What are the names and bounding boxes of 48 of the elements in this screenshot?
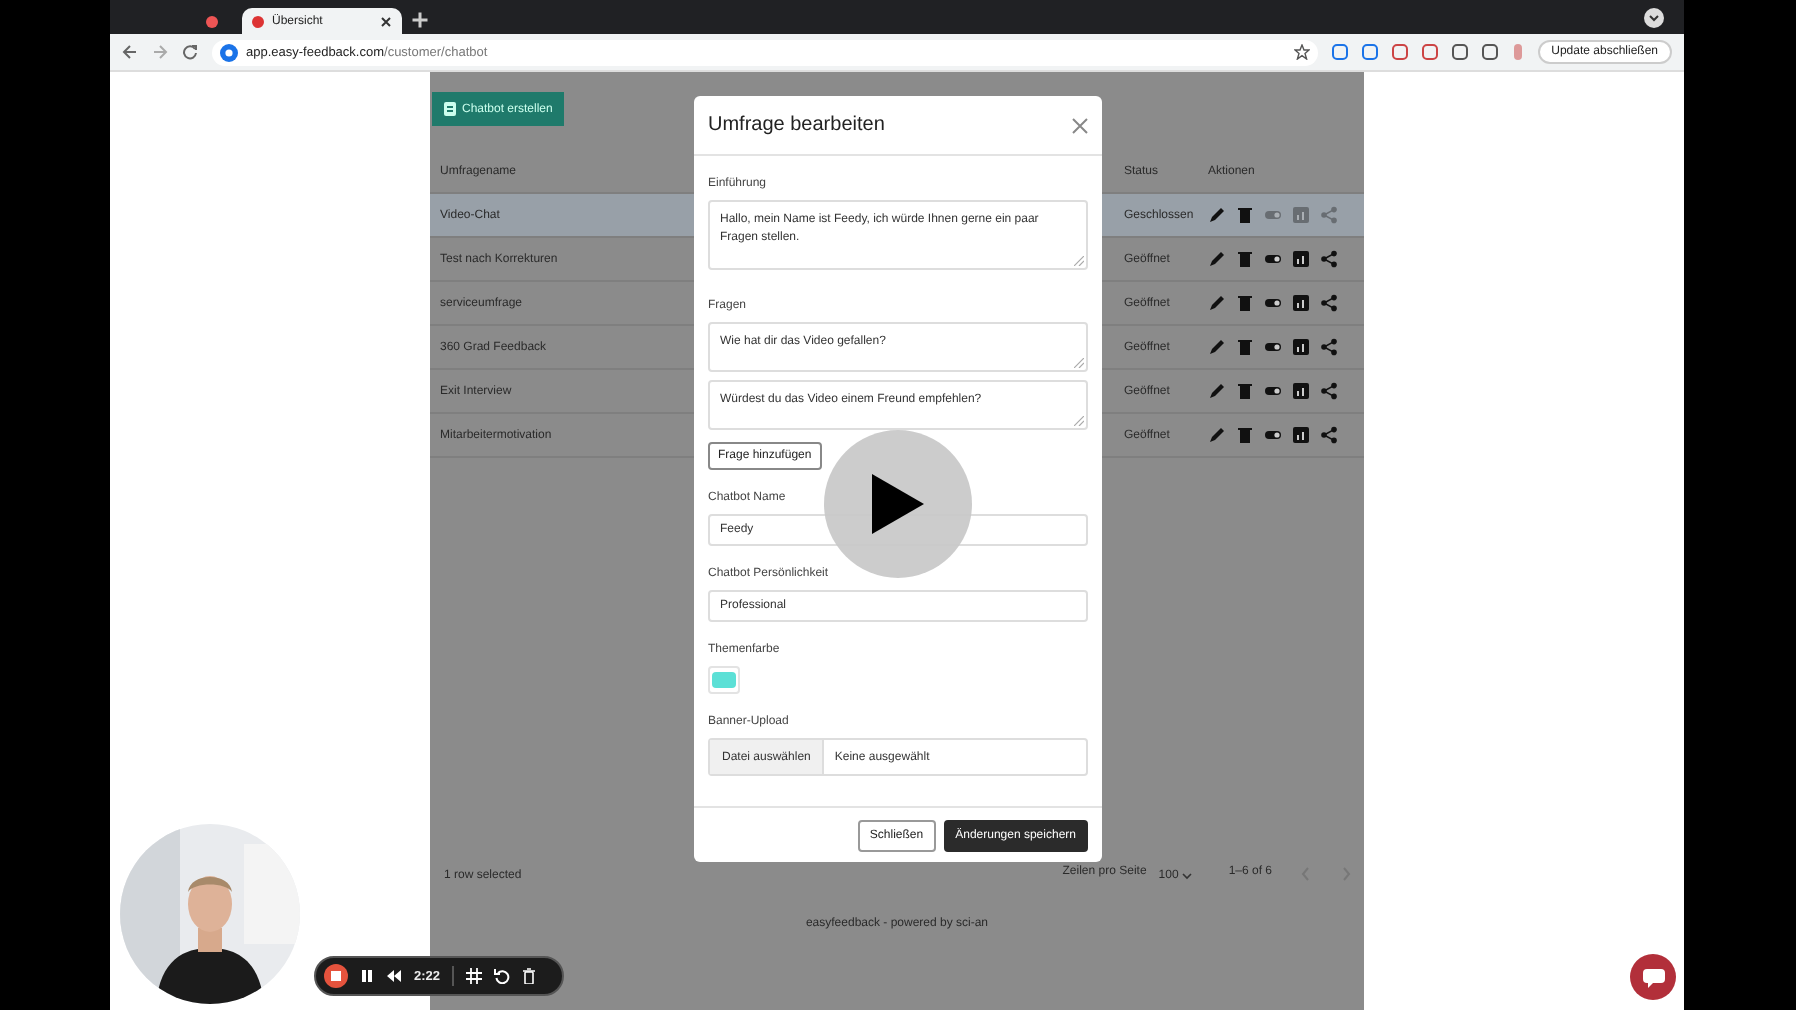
tab-favicon-icon <box>252 15 264 27</box>
play-icon <box>872 474 924 534</box>
close-icon[interactable] <box>380 15 392 27</box>
document-icon <box>444 102 456 116</box>
share-icon[interactable] <box>1320 338 1338 356</box>
stop-button[interactable] <box>324 964 348 988</box>
pencil-icon[interactable] <box>1208 250 1226 268</box>
pencil-icon[interactable] <box>1208 338 1226 356</box>
chart-icon[interactable] <box>1292 250 1310 268</box>
toggle-icon[interactable] <box>1264 382 1282 400</box>
share-icon[interactable] <box>1320 294 1338 312</box>
chart-icon[interactable] <box>1292 382 1310 400</box>
tab-favicon-icon <box>206 15 218 27</box>
chart-icon[interactable] <box>1292 338 1310 356</box>
share-icon[interactable] <box>1320 382 1338 400</box>
pencil-icon[interactable] <box>1208 294 1226 312</box>
new-tab-icon[interactable] <box>410 10 430 30</box>
pencil-icon[interactable] <box>1208 206 1226 224</box>
caret-icon <box>1182 872 1193 880</box>
resize-grip-icon[interactable] <box>1074 256 1084 266</box>
toggle-icon[interactable] <box>1264 338 1282 356</box>
resize-grip-icon[interactable] <box>1074 358 1084 368</box>
grid-icon[interactable] <box>466 968 483 984</box>
toggle-icon[interactable] <box>1264 294 1282 312</box>
chart-icon[interactable] <box>1292 294 1310 312</box>
chat-icon <box>1641 967 1665 987</box>
star-icon[interactable] <box>1293 44 1310 60</box>
resize-grip-icon[interactable] <box>1074 416 1084 426</box>
color-picker[interactable] <box>708 666 740 694</box>
toggle-icon[interactable] <box>1264 206 1282 224</box>
tab-search-icon[interactable] <box>1644 8 1664 28</box>
toggle-icon[interactable] <box>1264 426 1282 444</box>
chat-button[interactable] <box>1630 954 1676 1000</box>
reload-icon[interactable] <box>182 44 198 60</box>
trash-icon[interactable] <box>1236 206 1254 224</box>
rewind-icon[interactable] <box>386 968 402 984</box>
site-info-icon[interactable] <box>220 43 238 61</box>
dialog-title: Umfrage bearbeiten <box>708 114 885 136</box>
back-icon[interactable] <box>122 44 138 60</box>
pencil-icon[interactable] <box>1208 426 1226 444</box>
trash-icon[interactable] <box>522 968 537 984</box>
share-icon[interactable] <box>1320 250 1338 268</box>
pause-icon[interactable] <box>360 968 374 984</box>
pencil-icon[interactable] <box>1208 382 1226 400</box>
chart-icon[interactable] <box>1292 426 1310 444</box>
restart-icon[interactable] <box>494 968 511 984</box>
toggle-icon[interactable] <box>1264 250 1282 268</box>
share-icon[interactable] <box>1320 426 1338 444</box>
